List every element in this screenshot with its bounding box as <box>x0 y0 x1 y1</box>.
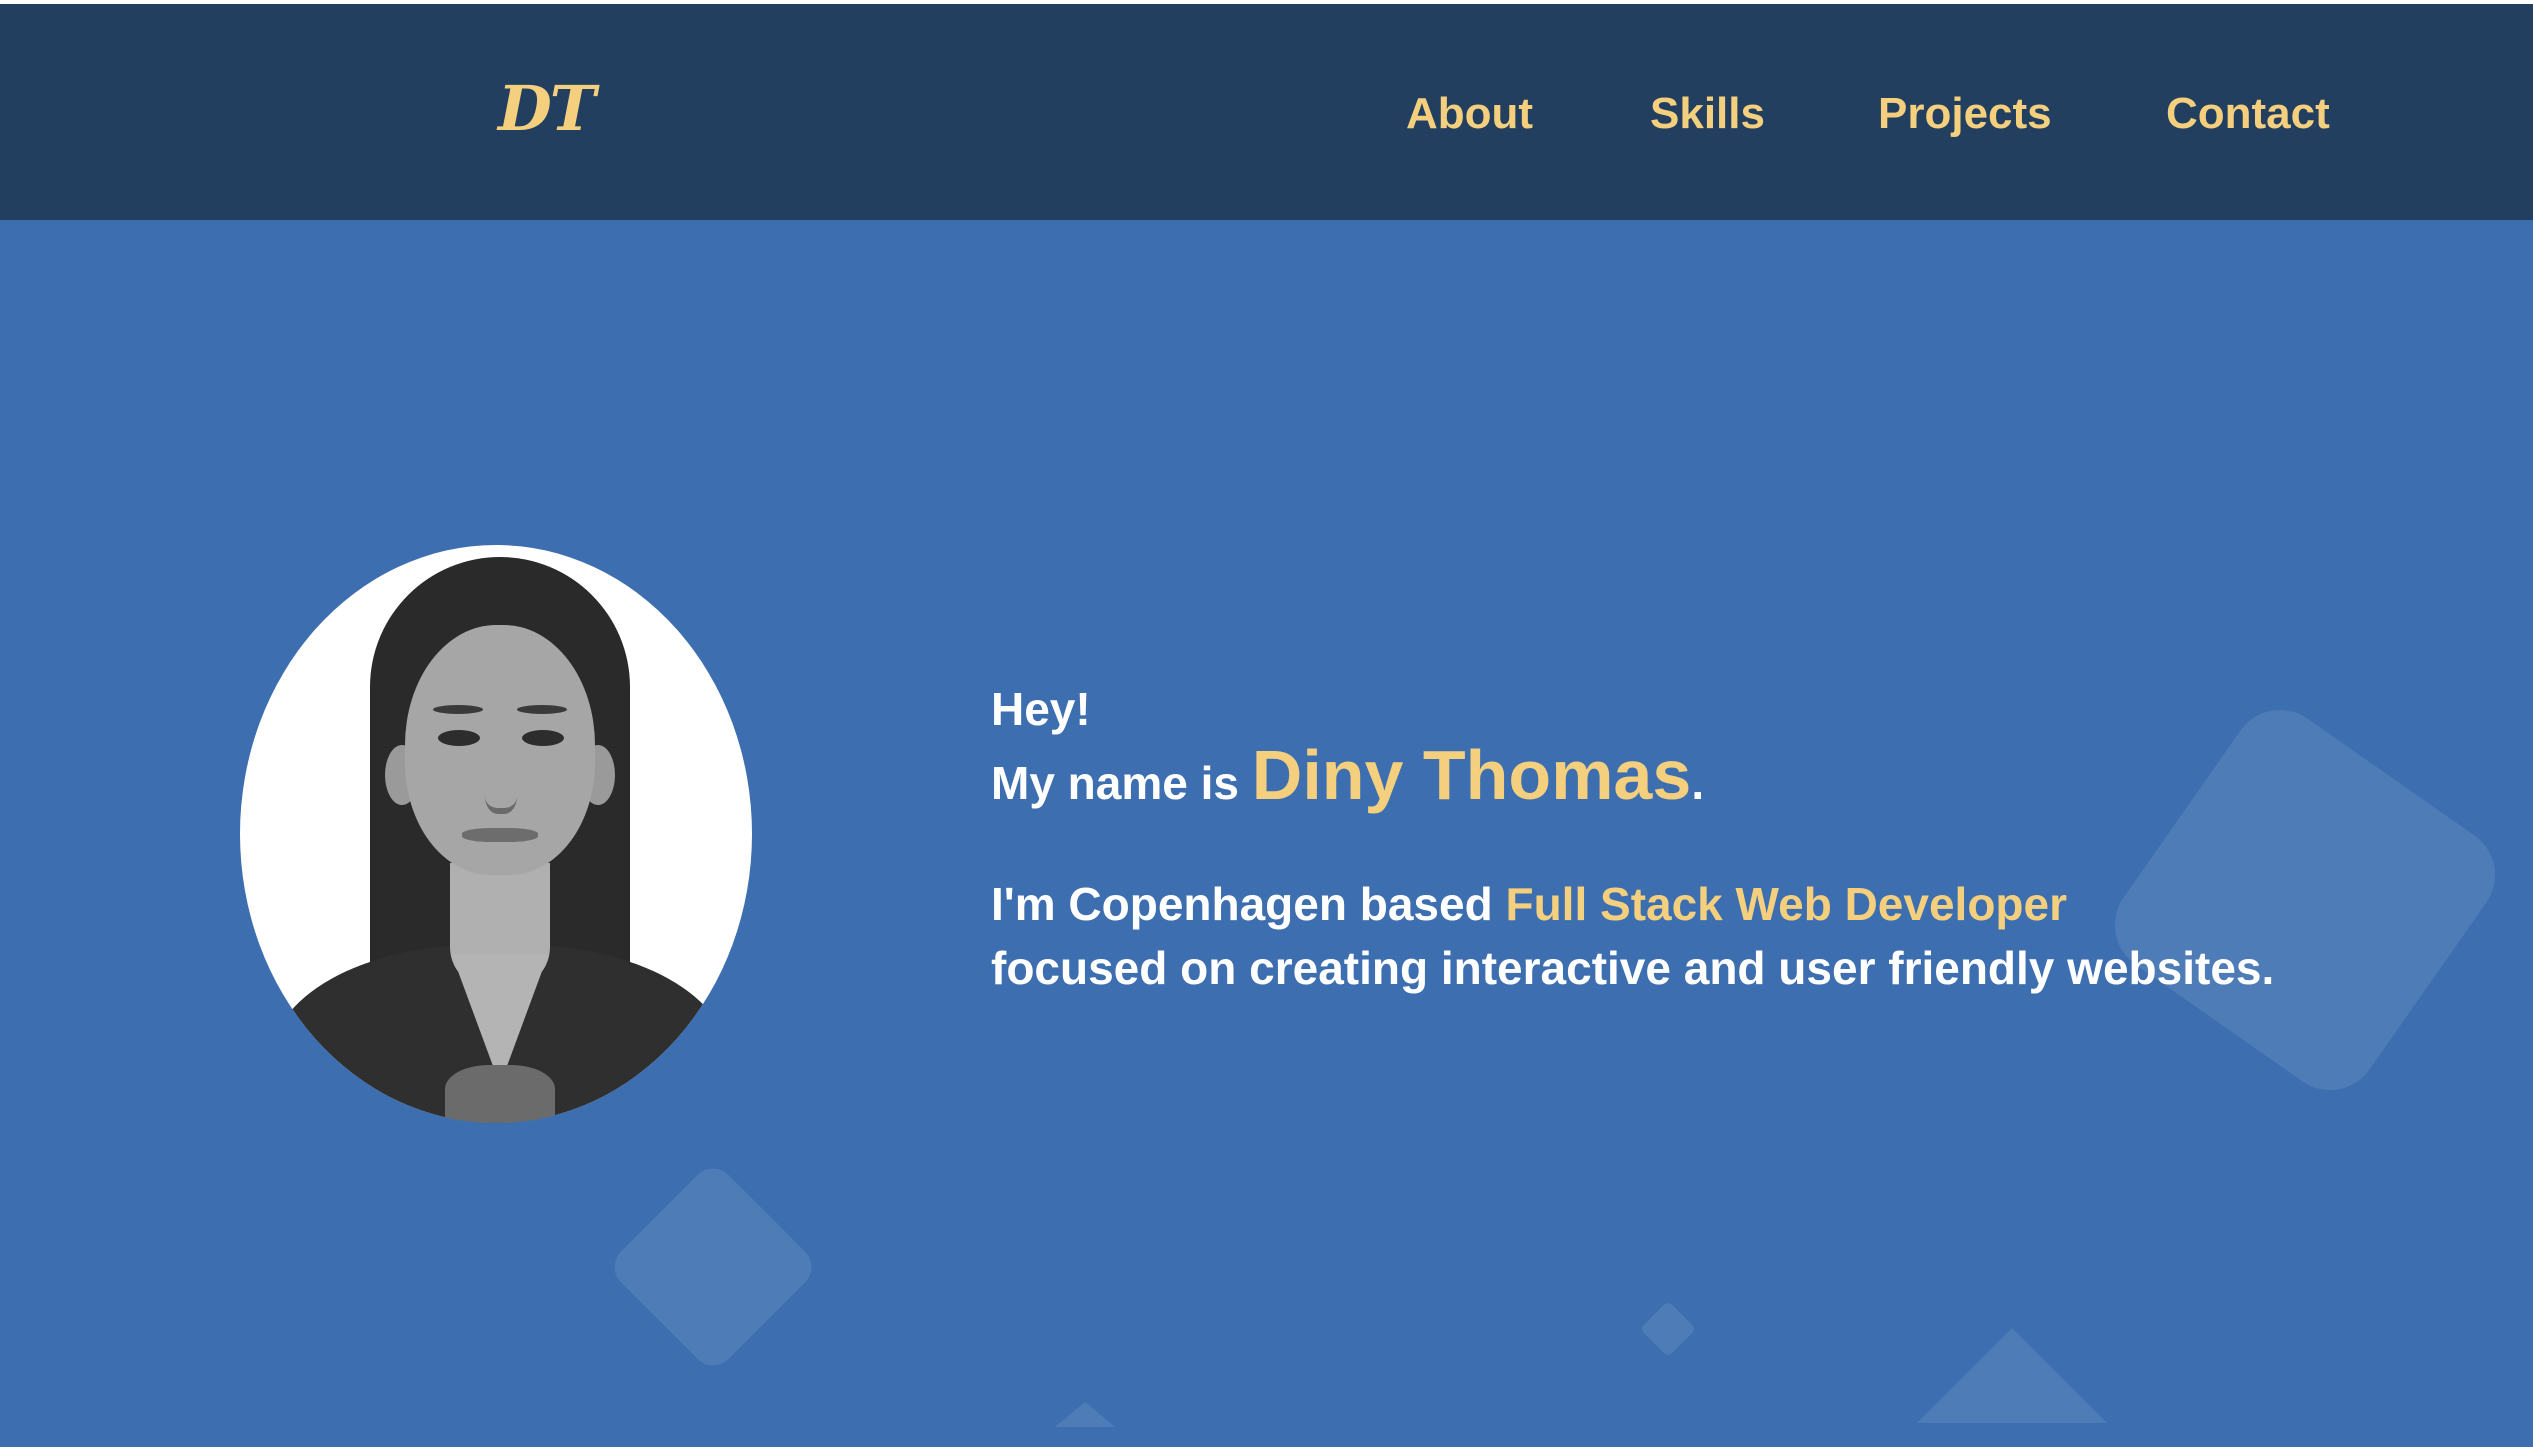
intro-line-2: focused on creating interactive and user… <box>991 942 2275 995</box>
photo-brow-right <box>517 705 567 714</box>
hero-section: Hey! My name is Diny Thomas. I'm Copenha… <box>0 220 2533 1447</box>
photo-brow-left <box>433 705 483 714</box>
photo-nose <box>485 770 517 814</box>
intro-line-1: I'm Copenhagen based Full Stack Web Deve… <box>991 872 2274 936</box>
site-header: DT About Skills Projects Contact <box>0 4 2533 220</box>
intro-prefix: I'm Copenhagen based <box>991 878 1493 931</box>
role-title: Full Stack Web Developer <box>1505 878 2068 931</box>
logo[interactable]: DT <box>498 78 596 140</box>
photo-collar <box>445 1065 555 1123</box>
name-suffix: . <box>1691 757 1705 810</box>
background-triangle-small <box>1055 1402 1115 1427</box>
background-diamond-medium <box>605 1159 821 1375</box>
nav-about[interactable]: About <box>1406 89 1533 138</box>
photo-eye-left <box>438 730 480 746</box>
profile-photo <box>240 545 752 1123</box>
greeting: Hey! <box>991 683 1091 735</box>
nav-projects[interactable]: Projects <box>1878 89 2052 138</box>
person-name: Diny Thomas <box>1251 736 1692 815</box>
name-prefix: My name is <box>991 757 1239 810</box>
intro-description: I'm Copenhagen based Full Stack Web Deve… <box>991 872 2274 1000</box>
photo-eye-right <box>522 730 564 746</box>
photo-mouth <box>462 828 538 842</box>
nav-contact[interactable]: Contact <box>2166 89 2330 138</box>
background-diamond-small <box>1639 1300 1697 1358</box>
name-line: My name is Diny Thomas. <box>991 737 2274 814</box>
background-triangle <box>1917 1328 2107 1423</box>
nav-skills[interactable]: Skills <box>1650 89 1765 138</box>
intro-text: Hey! My name is Diny Thomas. I'm Copenha… <box>991 682 2274 1000</box>
